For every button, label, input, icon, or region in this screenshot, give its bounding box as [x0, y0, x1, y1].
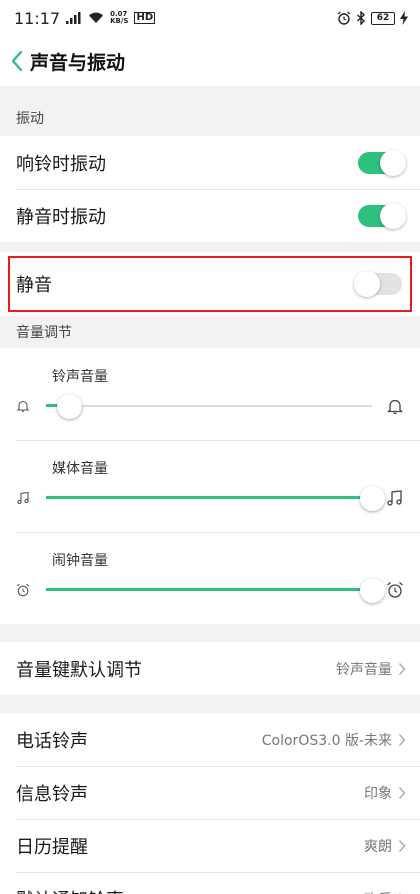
phone-ringtone-label: 电话铃声	[16, 730, 88, 752]
chevron-right-icon	[398, 662, 406, 675]
bell-icon	[16, 399, 42, 413]
mute-card: 静音	[0, 252, 420, 316]
signal-icon	[66, 12, 82, 24]
notification-ringtone-label: 默认通知铃声	[16, 886, 124, 894]
volume-card: 铃声音量 媒体音量 闹钟音量	[0, 348, 420, 624]
page-title: 声音与振动	[30, 51, 126, 74]
ringtones-card: 电话铃声 ColorOS3.0 版-未来 信息铃声 印象 日历提醒 爽朗 默认通…	[0, 713, 420, 894]
alarm-volume-thumb[interactable]	[360, 578, 385, 603]
silent-vibrate-toggle[interactable]	[358, 202, 406, 229]
message-ringtone-value: 印象	[364, 785, 392, 802]
mute-row: 静音	[8, 256, 412, 312]
media-volume-label: 媒体音量	[52, 461, 108, 477]
chevron-right-icon	[398, 786, 406, 799]
network-speed: 0.07 KB/S	[110, 11, 128, 25]
chevron-right-icon	[398, 839, 406, 852]
bell-max-icon	[378, 397, 404, 415]
alarm-icon	[16, 583, 42, 597]
phone-ringtone-row[interactable]: 电话铃声 ColorOS3.0 版-未来	[0, 713, 420, 766]
network-speed-unit: KB/S	[110, 17, 129, 25]
bluetooth-icon	[356, 11, 366, 25]
ring-vibrate-label: 响铃时振动	[16, 153, 106, 175]
media-volume-block: 媒体音量	[0, 440, 420, 532]
mute-label: 静音	[16, 275, 52, 296]
media-volume-thumb[interactable]	[360, 486, 385, 511]
section-volume: 音量调节	[0, 316, 420, 348]
ring-vibrate-row: 响铃时振动	[0, 136, 420, 189]
volume-key-label: 音量键默认调节	[16, 659, 142, 681]
status-bar: 11:17 0.07 KB/S HD 62	[0, 0, 420, 36]
vibration-card: 响铃时振动 静音时振动	[0, 136, 420, 242]
message-ringtone-label: 信息铃声	[16, 783, 88, 805]
volume-key-row[interactable]: 音量键默认调节 铃声音量	[0, 642, 420, 695]
back-button[interactable]	[10, 50, 24, 72]
battery-icon: 62	[371, 11, 395, 25]
ringer-volume-slider[interactable]	[46, 394, 372, 419]
charging-icon	[400, 11, 408, 25]
silent-vibrate-row: 静音时振动	[0, 189, 420, 242]
ring-vibrate-toggle[interactable]	[358, 149, 406, 176]
silent-vibrate-label: 静音时振动	[16, 206, 106, 228]
media-volume-slider[interactable]	[46, 486, 385, 511]
ringer-volume-label: 铃声音量	[52, 369, 108, 385]
alarm-volume-block: 闹钟音量	[0, 532, 420, 624]
calendar-reminder-value: 爽朗	[364, 838, 392, 855]
calendar-reminder-row[interactable]: 日历提醒 爽朗	[0, 819, 420, 872]
calendar-reminder-label: 日历提醒	[16, 836, 88, 858]
volume-key-card: 音量键默认调节 铃声音量	[0, 642, 420, 695]
message-ringtone-row[interactable]: 信息铃声 印象	[0, 766, 420, 819]
alarm-volume-slider[interactable]	[46, 578, 385, 603]
mute-toggle[interactable]	[354, 271, 402, 297]
volume-key-value: 铃声音量	[336, 661, 392, 678]
back-chevron-icon	[11, 50, 23, 72]
alarm-clock-icon	[337, 11, 351, 25]
notification-ringtone-row[interactable]: 默认通知铃声 欢乐	[0, 872, 420, 894]
music-note-icon	[16, 491, 42, 505]
phone-ringtone-value: ColorOS3.0 版-未来	[261, 732, 392, 749]
ringer-volume-thumb[interactable]	[56, 394, 82, 419]
section-vibration: 振动	[0, 100, 420, 136]
status-time: 11:17	[14, 8, 61, 28]
wifi-icon	[88, 12, 104, 24]
ringer-volume-block: 铃声音量	[0, 348, 420, 440]
chevron-right-icon	[398, 733, 406, 746]
header: 声音与振动	[0, 36, 420, 86]
alarm-volume-label: 闹钟音量	[52, 553, 108, 569]
notification-ringtone-value: 欢乐	[364, 889, 392, 894]
hd-badge: HD	[134, 12, 156, 24]
